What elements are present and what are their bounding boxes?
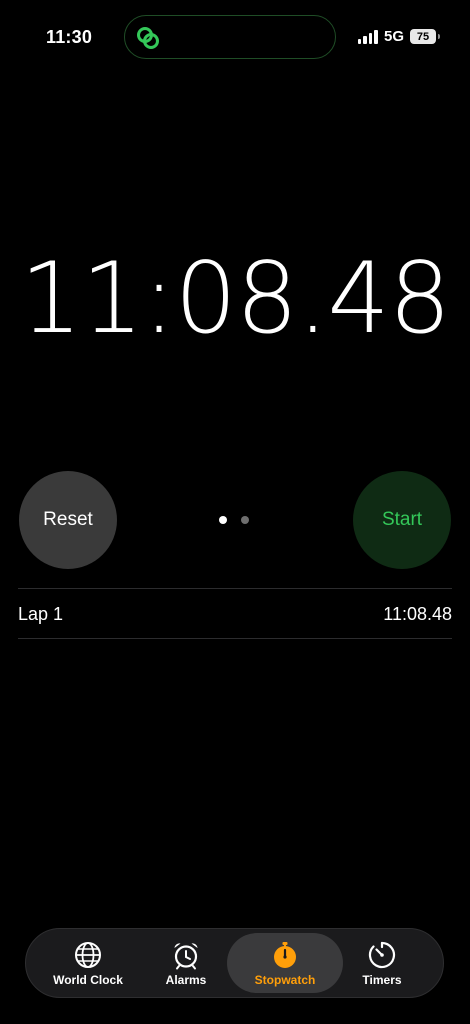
cellular-signal-icon: [357, 29, 378, 44]
reset-button[interactable]: Reset: [19, 471, 117, 569]
tab-timers-label: Timers: [362, 972, 402, 987]
tab-world-clock[interactable]: World Clock: [46, 933, 130, 993]
page-dot-active: [219, 516, 227, 524]
page-dot-inactive: [241, 516, 249, 524]
lap-row: Lap 1 11:08.48: [18, 590, 452, 638]
tab-timers[interactable]: Timers: [344, 933, 420, 993]
lap-label: Lap 1: [18, 603, 64, 624]
page-indicator[interactable]: [219, 516, 249, 524]
lap-time: 11:08.48: [383, 603, 452, 624]
stopwatch-readout: 11:08.48: [19, 242, 451, 356]
tab-alarms-label: Alarms: [165, 972, 207, 987]
lap-divider-top: [18, 588, 452, 589]
tab-stopwatch[interactable]: Stopwatch: [227, 933, 343, 993]
battery-icon: 75: [410, 29, 440, 44]
tab-alarms[interactable]: Alarms: [148, 933, 224, 993]
dynamic-island[interactable]: [124, 15, 336, 59]
start-button[interactable]: Start: [353, 471, 451, 569]
status-indicators: 5G 75: [357, 28, 440, 45]
reset-button-label: Reset: [43, 509, 93, 530]
lap-divider-bottom: [18, 638, 452, 639]
tab-world-clock-label: World Clock: [53, 972, 123, 987]
battery-level: 75: [416, 30, 430, 43]
timer-icon: [368, 941, 396, 968]
globe-icon: [75, 941, 101, 968]
link-rings-icon: [137, 27, 159, 49]
start-button-label: Start: [381, 509, 423, 530]
tab-stopwatch-label: Stopwatch: [254, 972, 316, 987]
alarm-clock-icon: [174, 942, 198, 969]
status-time: 11:30: [46, 27, 93, 47]
tab-bar: World Clock Alarms Stopwatch Timers: [25, 928, 444, 998]
network-type: 5G: [383, 28, 404, 45]
stopwatch-icon: [274, 941, 296, 968]
